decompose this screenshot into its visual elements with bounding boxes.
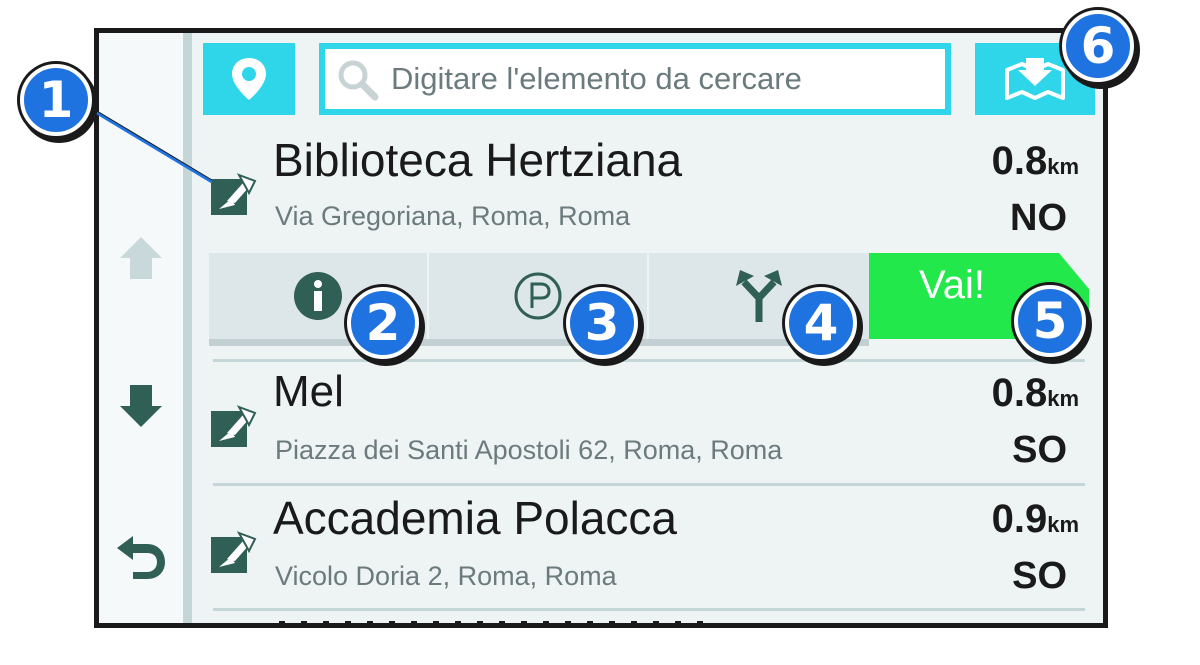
callout-4: 4 [785,287,857,359]
callout-5: 5 [1014,285,1086,357]
callout-2: 2 [347,287,419,359]
callout-1: 1 [20,64,92,136]
callout-6: 6 [1062,10,1134,82]
callout-3: 3 [566,287,638,359]
